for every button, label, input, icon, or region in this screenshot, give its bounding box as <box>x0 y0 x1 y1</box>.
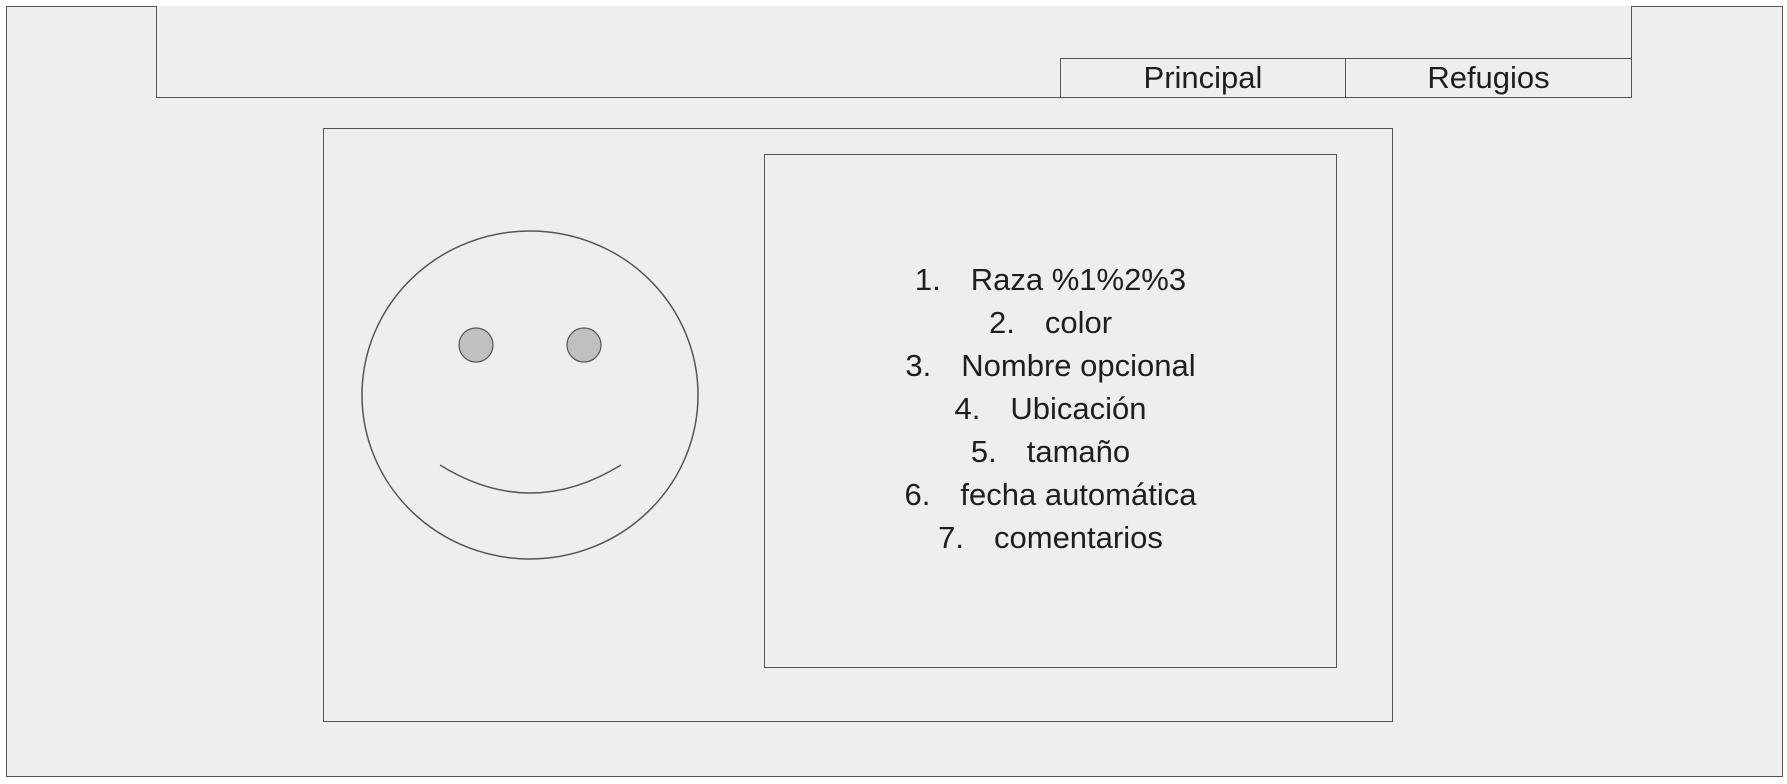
mouth <box>439 464 622 494</box>
list-item-number: 1. <box>914 262 941 297</box>
list-item-label: Raza %1%2%3 <box>970 262 1187 297</box>
left-eye <box>458 327 494 363</box>
list-item: 2. color <box>765 301 1336 344</box>
list-item-number: 7. <box>938 520 964 555</box>
list-item: 7. comentarios <box>765 516 1336 559</box>
field-list: 1. Raza %1%2%3 2. color 3. Nombre opcional … <box>765 258 1336 559</box>
nav-tab-principal[interactable]: Principal <box>1060 58 1346 98</box>
list-item: 5. tamaño <box>765 430 1336 473</box>
list-item-number: 4. <box>954 391 981 426</box>
list-item-label: color <box>1044 305 1113 340</box>
list-item: 4. Ubicación <box>765 387 1336 430</box>
nav-tab-principal-label: Principal <box>1143 60 1263 95</box>
nav-tab-refugios[interactable]: Refugios <box>1345 58 1632 98</box>
smiley-face-icon <box>361 230 699 560</box>
list-item-number: 6. <box>904 477 931 512</box>
list-item-number: 5. <box>970 434 997 469</box>
list-item-label: fecha automática <box>960 477 1197 512</box>
list-item: 6. fecha automática <box>765 473 1336 516</box>
list-item-number: 3. <box>905 348 932 383</box>
right-eye <box>566 327 602 363</box>
list-item: 3. Nombre opcional <box>765 344 1336 387</box>
pet-info-form: 1. Raza %1%2%3 2. color 3. Nombre opcional … <box>764 154 1337 668</box>
list-item-label: tamaño <box>1026 434 1131 469</box>
list-item: 1. Raza %1%2%3 <box>765 258 1336 301</box>
list-item-label: comentarios <box>994 520 1163 555</box>
list-item-number: 2. <box>988 305 1015 340</box>
face-outline <box>361 230 699 560</box>
list-item-label: Ubicación <box>1010 391 1147 426</box>
nav-tab-refugios-label: Refugios <box>1427 60 1550 95</box>
list-item-label: Nombre opcional <box>961 348 1196 383</box>
